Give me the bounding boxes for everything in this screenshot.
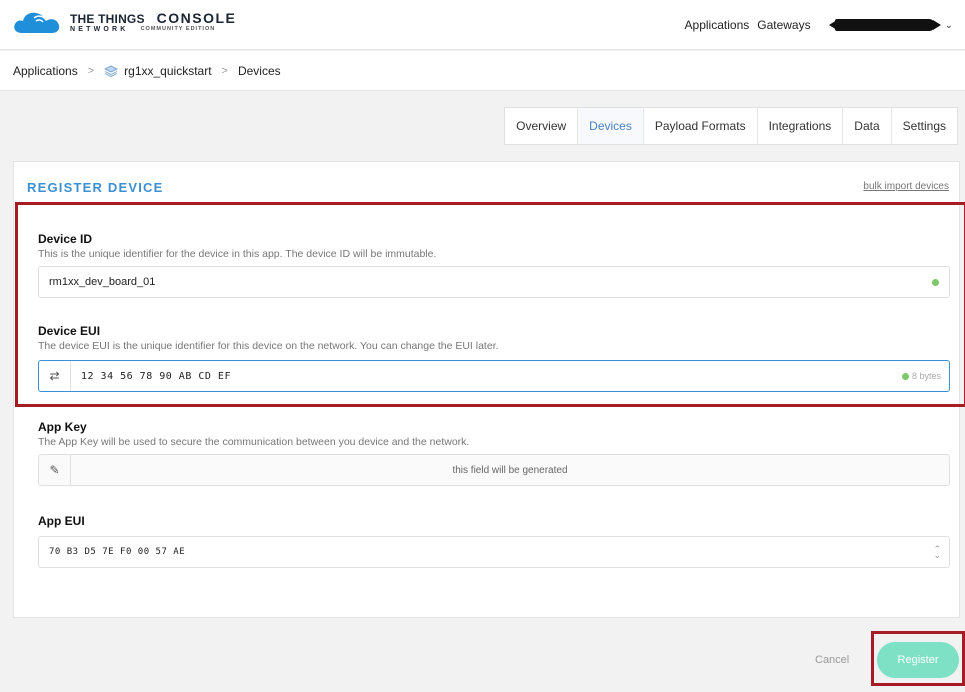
layers-icon bbox=[104, 65, 119, 77]
app-eui-value: 70 B3 D5 7E F0 00 57 AE bbox=[49, 547, 186, 557]
chevron-right-icon: > bbox=[87, 64, 95, 77]
redacted-mark bbox=[828, 20, 837, 30]
logo-network-text: NETWORK bbox=[70, 26, 129, 33]
page-title: REGISTER DEVICE bbox=[27, 180, 164, 195]
app-key-desc: The App Key will be used to secure the c… bbox=[38, 436, 470, 448]
breadcrumb-app[interactable]: rg1xx_quickstart bbox=[124, 64, 211, 78]
device-eui-label: Device EUI bbox=[38, 324, 101, 338]
device-id-input[interactable]: rm1xx_dev_board_01 bbox=[38, 266, 950, 298]
tab-integrations[interactable]: Integrations bbox=[758, 108, 844, 144]
register-device-card: REGISTER DEVICE bulk import devices Devi… bbox=[13, 161, 960, 618]
top-bar: THE THINGS CONSOLE NETWORK COMMUNITY EDI… bbox=[0, 0, 965, 50]
shuffle-icon[interactable]: ⇄ bbox=[39, 361, 71, 391]
app-tabs: Overview Devices Payload Formats Integra… bbox=[504, 107, 958, 145]
app-key-input[interactable]: ✎ this field will be generated bbox=[38, 454, 950, 486]
bytes-indicator: 8 bytes bbox=[901, 371, 941, 381]
tab-settings[interactable]: Settings bbox=[892, 108, 957, 144]
device-id-label: Device ID bbox=[38, 232, 93, 246]
app-eui-select[interactable]: 70 B3 D5 7E F0 00 57 AE ⌃ ⌄ bbox=[38, 536, 950, 568]
logo-console-text: CONSOLE bbox=[156, 10, 237, 26]
chevron-right-icon: > bbox=[221, 64, 228, 77]
device-eui-value: 12 34 56 78 90 AB CD EF bbox=[81, 370, 231, 382]
valid-check-icon bbox=[901, 372, 909, 380]
nav-applications[interactable]: Applications bbox=[685, 18, 750, 32]
logo-edition-text: COMMUNITY EDITION bbox=[140, 26, 216, 32]
tab-devices[interactable]: Devices bbox=[578, 108, 644, 144]
bytes-count: 8 bytes bbox=[911, 371, 941, 381]
device-id-desc: This is the unique identifier for the de… bbox=[38, 248, 437, 260]
nav-gateways[interactable]: Gateways bbox=[757, 18, 810, 32]
select-arrows-icon: ⌃ ⌄ bbox=[933, 544, 941, 560]
valid-check-icon bbox=[932, 279, 939, 286]
cancel-button[interactable]: Cancel bbox=[815, 654, 849, 666]
register-button[interactable]: Register bbox=[877, 642, 959, 678]
device-eui-desc: The device EUI is the unique identifier … bbox=[38, 340, 499, 352]
device-id-value: rm1xx_dev_board_01 bbox=[49, 276, 156, 288]
redacted-mark bbox=[932, 20, 941, 30]
breadcrumb-applications[interactable]: Applications bbox=[13, 64, 78, 78]
breadcrumb: Applications > rg1xx_quickstart > Device… bbox=[0, 51, 965, 91]
bulk-import-link[interactable]: bulk import devices bbox=[863, 181, 949, 192]
tab-data[interactable]: Data bbox=[843, 108, 892, 144]
tab-overview[interactable]: Overview bbox=[505, 108, 579, 144]
app-key-placeholder: this field will be generated bbox=[452, 464, 568, 476]
app-key-label: App Key bbox=[38, 420, 87, 434]
pencil-icon[interactable]: ✎ bbox=[39, 455, 71, 485]
logo-ttn-text: THE THINGS bbox=[70, 12, 145, 26]
chevron-down-icon: ⌄ bbox=[944, 19, 953, 31]
cloud-logo-icon bbox=[14, 12, 60, 33]
breadcrumb-devices[interactable]: Devices bbox=[238, 64, 281, 78]
redacted-username bbox=[834, 19, 935, 31]
user-menu[interactable]: ⌄ bbox=[828, 19, 953, 31]
device-eui-input[interactable]: ⇄ 12 34 56 78 90 AB CD EF 8 bytes bbox=[38, 360, 950, 392]
tab-payload-formats[interactable]: Payload Formats bbox=[644, 108, 758, 144]
top-nav: Applications Gateways ⌄ bbox=[685, 0, 965, 50]
app-eui-label: App EUI bbox=[38, 514, 85, 528]
ttn-logo[interactable]: THE THINGS CONSOLE NETWORK COMMUNITY EDI… bbox=[12, 10, 236, 34]
